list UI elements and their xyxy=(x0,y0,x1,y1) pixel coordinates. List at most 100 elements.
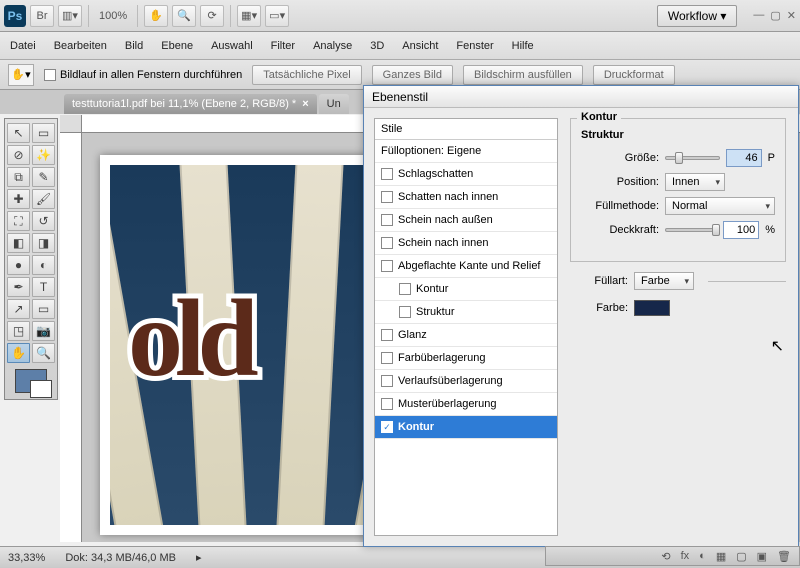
style-checkbox[interactable] xyxy=(381,398,393,410)
menu-fenster[interactable]: Fenster xyxy=(456,40,493,52)
brush-tool[interactable]: 🖌 xyxy=(32,189,55,209)
fill-screen-button[interactable]: Bildschirm ausfüllen xyxy=(463,65,583,85)
workspace-switcher[interactable]: Workflow ▾ xyxy=(657,5,737,27)
marquee-tool[interactable]: ▭ xyxy=(32,123,55,143)
style-item[interactable]: Struktur xyxy=(375,301,557,324)
move-tool[interactable]: ↖ xyxy=(7,123,30,143)
screen-mode-button[interactable]: ▭▾ xyxy=(265,5,289,27)
3d-tool[interactable]: ◳ xyxy=(7,321,30,341)
size-slider[interactable] xyxy=(665,156,720,160)
group-icon[interactable]: ▢ xyxy=(736,550,746,563)
close-button[interactable]: ✕ xyxy=(787,9,796,22)
menu-auswahl[interactable]: Auswahl xyxy=(211,40,253,52)
mask-icon[interactable]: ◐ xyxy=(699,550,706,562)
style-checkbox[interactable] xyxy=(381,260,393,272)
status-menu-icon[interactable]: ▸ xyxy=(196,551,202,564)
filltype-dropdown[interactable]: Farbe xyxy=(634,272,694,290)
path-tool[interactable]: ↗ xyxy=(7,299,30,319)
menu-ebene[interactable]: Ebene xyxy=(161,40,193,52)
style-item[interactable]: Farbüberlagerung xyxy=(375,347,557,370)
style-item[interactable]: Abgeflachte Kante und Relief xyxy=(375,255,557,278)
new-layer-icon[interactable]: ▣ xyxy=(757,550,767,563)
style-item[interactable]: Schlagschatten xyxy=(375,163,557,186)
stamp-tool[interactable]: ⛶ xyxy=(7,211,30,231)
style-item[interactable]: Glanz xyxy=(375,324,557,347)
lasso-tool[interactable]: ⊘ xyxy=(7,145,30,165)
hand-toggle[interactable]: ✋ xyxy=(144,5,168,27)
menu-filter[interactable]: Filter xyxy=(271,40,295,52)
style-checkbox[interactable] xyxy=(381,375,393,387)
print-size-button[interactable]: Druckformat xyxy=(593,65,675,85)
dialog-titlebar[interactable]: Ebenenstil xyxy=(364,86,798,108)
style-checkbox[interactable] xyxy=(381,329,393,341)
adjust-icon[interactable]: ▦ xyxy=(716,550,726,563)
shape-tool[interactable]: ▭ xyxy=(32,299,55,319)
crop-tool[interactable]: ⧉ xyxy=(7,167,30,187)
menu-analyse[interactable]: Analyse xyxy=(313,40,352,52)
blur-tool[interactable]: ● xyxy=(7,255,30,275)
eyedropper-tool[interactable]: ✎ xyxy=(32,167,55,187)
style-item[interactable]: Schein nach außen xyxy=(375,209,557,232)
eraser-tool[interactable]: ◧ xyxy=(7,233,30,253)
status-zoom[interactable]: 33,33% xyxy=(8,552,45,564)
dodge-tool[interactable]: ◐ xyxy=(32,255,55,275)
style-item[interactable]: Verlaufsüberlagerung xyxy=(375,370,557,393)
position-dropdown[interactable]: Innen xyxy=(665,173,725,191)
menu-hilfe[interactable]: Hilfe xyxy=(512,40,534,52)
delete-icon[interactable]: 🗑 xyxy=(777,550,791,563)
current-tool-icon[interactable]: ✋▾ xyxy=(8,64,34,86)
zoom-tool[interactable]: 🔍 xyxy=(32,343,55,363)
heal-tool[interactable]: ✚ xyxy=(7,189,30,209)
wand-tool[interactable]: ✨ xyxy=(32,145,55,165)
style-item[interactable]: Musterüberlagerung xyxy=(375,393,557,416)
zoom-percent[interactable]: 100% xyxy=(95,10,131,22)
style-list-header[interactable]: Stile xyxy=(375,119,557,140)
mini-bridge-button[interactable]: ▥▾ xyxy=(58,5,82,27)
fill-options-row[interactable]: Fülloptionen: Eigene xyxy=(375,140,557,163)
document-tab-active[interactable]: testtutoria1l.pdf bei 11,1% (Ebene 2, RG… xyxy=(64,94,317,114)
gradient-tool[interactable]: ◨ xyxy=(32,233,55,253)
style-checkbox[interactable] xyxy=(381,352,393,364)
style-item[interactable]: Schatten nach innen xyxy=(375,186,557,209)
menu-ansicht[interactable]: Ansicht xyxy=(402,40,438,52)
zoom-toggle[interactable]: 🔍 xyxy=(172,5,196,27)
menu-bild[interactable]: Bild xyxy=(125,40,143,52)
maximize-button[interactable]: ▢ xyxy=(770,9,780,22)
style-item[interactable]: Kontur xyxy=(375,278,557,301)
style-checkbox[interactable] xyxy=(381,191,393,203)
blend-dropdown[interactable]: Normal xyxy=(665,197,775,215)
rotate-toggle[interactable]: ⟳ xyxy=(200,5,224,27)
arrange-button[interactable]: ▦▾ xyxy=(237,5,261,27)
style-item[interactable]: ✓Kontur xyxy=(375,416,557,439)
style-checkbox[interactable] xyxy=(381,237,393,249)
opacity-slider[interactable] xyxy=(665,228,717,232)
link-icon[interactable]: ⟲ xyxy=(661,550,670,563)
bridge-button[interactable]: Br xyxy=(30,5,54,27)
menu-datei[interactable]: Datei xyxy=(10,40,36,52)
minimize-button[interactable]: — xyxy=(753,9,764,22)
style-item[interactable]: Schein nach innen xyxy=(375,232,557,255)
tab-close-icon[interactable]: × xyxy=(302,98,308,110)
fx-icon[interactable]: fx xyxy=(681,550,690,562)
style-checkbox[interactable] xyxy=(399,283,411,295)
camera-tool[interactable]: 📷 xyxy=(32,321,55,341)
fit-screen-button[interactable]: Ganzes Bild xyxy=(372,65,453,85)
menu-bearbeiten[interactable]: Bearbeiten xyxy=(54,40,107,52)
style-checkbox[interactable] xyxy=(381,214,393,226)
pen-tool[interactable]: ✒ xyxy=(7,277,30,297)
opacity-input[interactable] xyxy=(723,221,759,239)
color-swatch[interactable] xyxy=(634,300,670,316)
menu-3d[interactable]: 3D xyxy=(370,40,384,52)
scroll-all-checkbox[interactable] xyxy=(44,69,56,81)
style-checkbox[interactable] xyxy=(399,306,411,318)
style-checkbox[interactable]: ✓ xyxy=(381,421,393,433)
history-brush-tool[interactable]: ↺ xyxy=(32,211,55,231)
document-tab-inactive[interactable]: Un xyxy=(319,94,349,114)
hand-tool[interactable]: ✋ xyxy=(7,343,30,363)
status-doc-size[interactable]: Dok: 34,3 MB/46,0 MB xyxy=(65,552,176,564)
actual-pixels-button[interactable]: Tatsächliche Pixel xyxy=(252,65,361,85)
type-tool[interactable]: T xyxy=(32,277,55,297)
color-swatches[interactable] xyxy=(15,369,47,393)
style-checkbox[interactable] xyxy=(381,168,393,180)
size-input[interactable] xyxy=(726,149,762,167)
